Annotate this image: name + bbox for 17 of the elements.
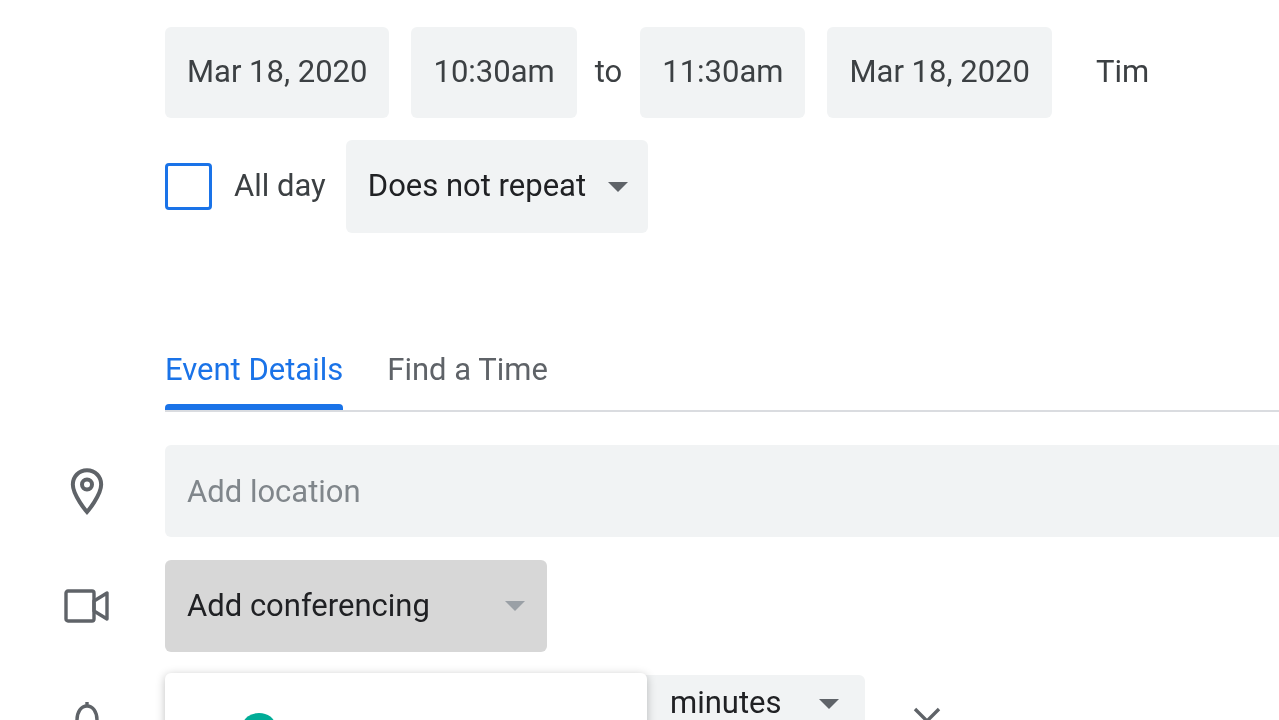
caret-icon	[505, 601, 525, 611]
video-camera-icon	[64, 589, 110, 623]
add-conferencing-dropdown[interactable]: Add conferencing	[165, 560, 547, 652]
end-time-button[interactable]: 11:30am	[640, 27, 806, 118]
caret-icon	[608, 181, 629, 192]
all-day-checkbox[interactable]	[165, 163, 212, 210]
caret-icon	[819, 699, 839, 709]
repeat-dropdown[interactable]: Does not repeat	[345, 140, 649, 233]
end-date-button[interactable]: Mar 18, 2020	[827, 27, 1052, 118]
start-date-button[interactable]: Mar 18, 2020	[165, 27, 390, 118]
tab[interactable]: Find a Time	[387, 330, 548, 410]
timezone-button[interactable]: Tim	[1073, 27, 1150, 118]
to-label: to	[594, 52, 623, 93]
location-field[interactable]: Add location	[165, 445, 1279, 537]
tab[interactable]: Event Details	[165, 330, 344, 410]
start-time-button[interactable]: 10:30am	[411, 27, 577, 118]
all-day-label: All day	[234, 166, 326, 207]
